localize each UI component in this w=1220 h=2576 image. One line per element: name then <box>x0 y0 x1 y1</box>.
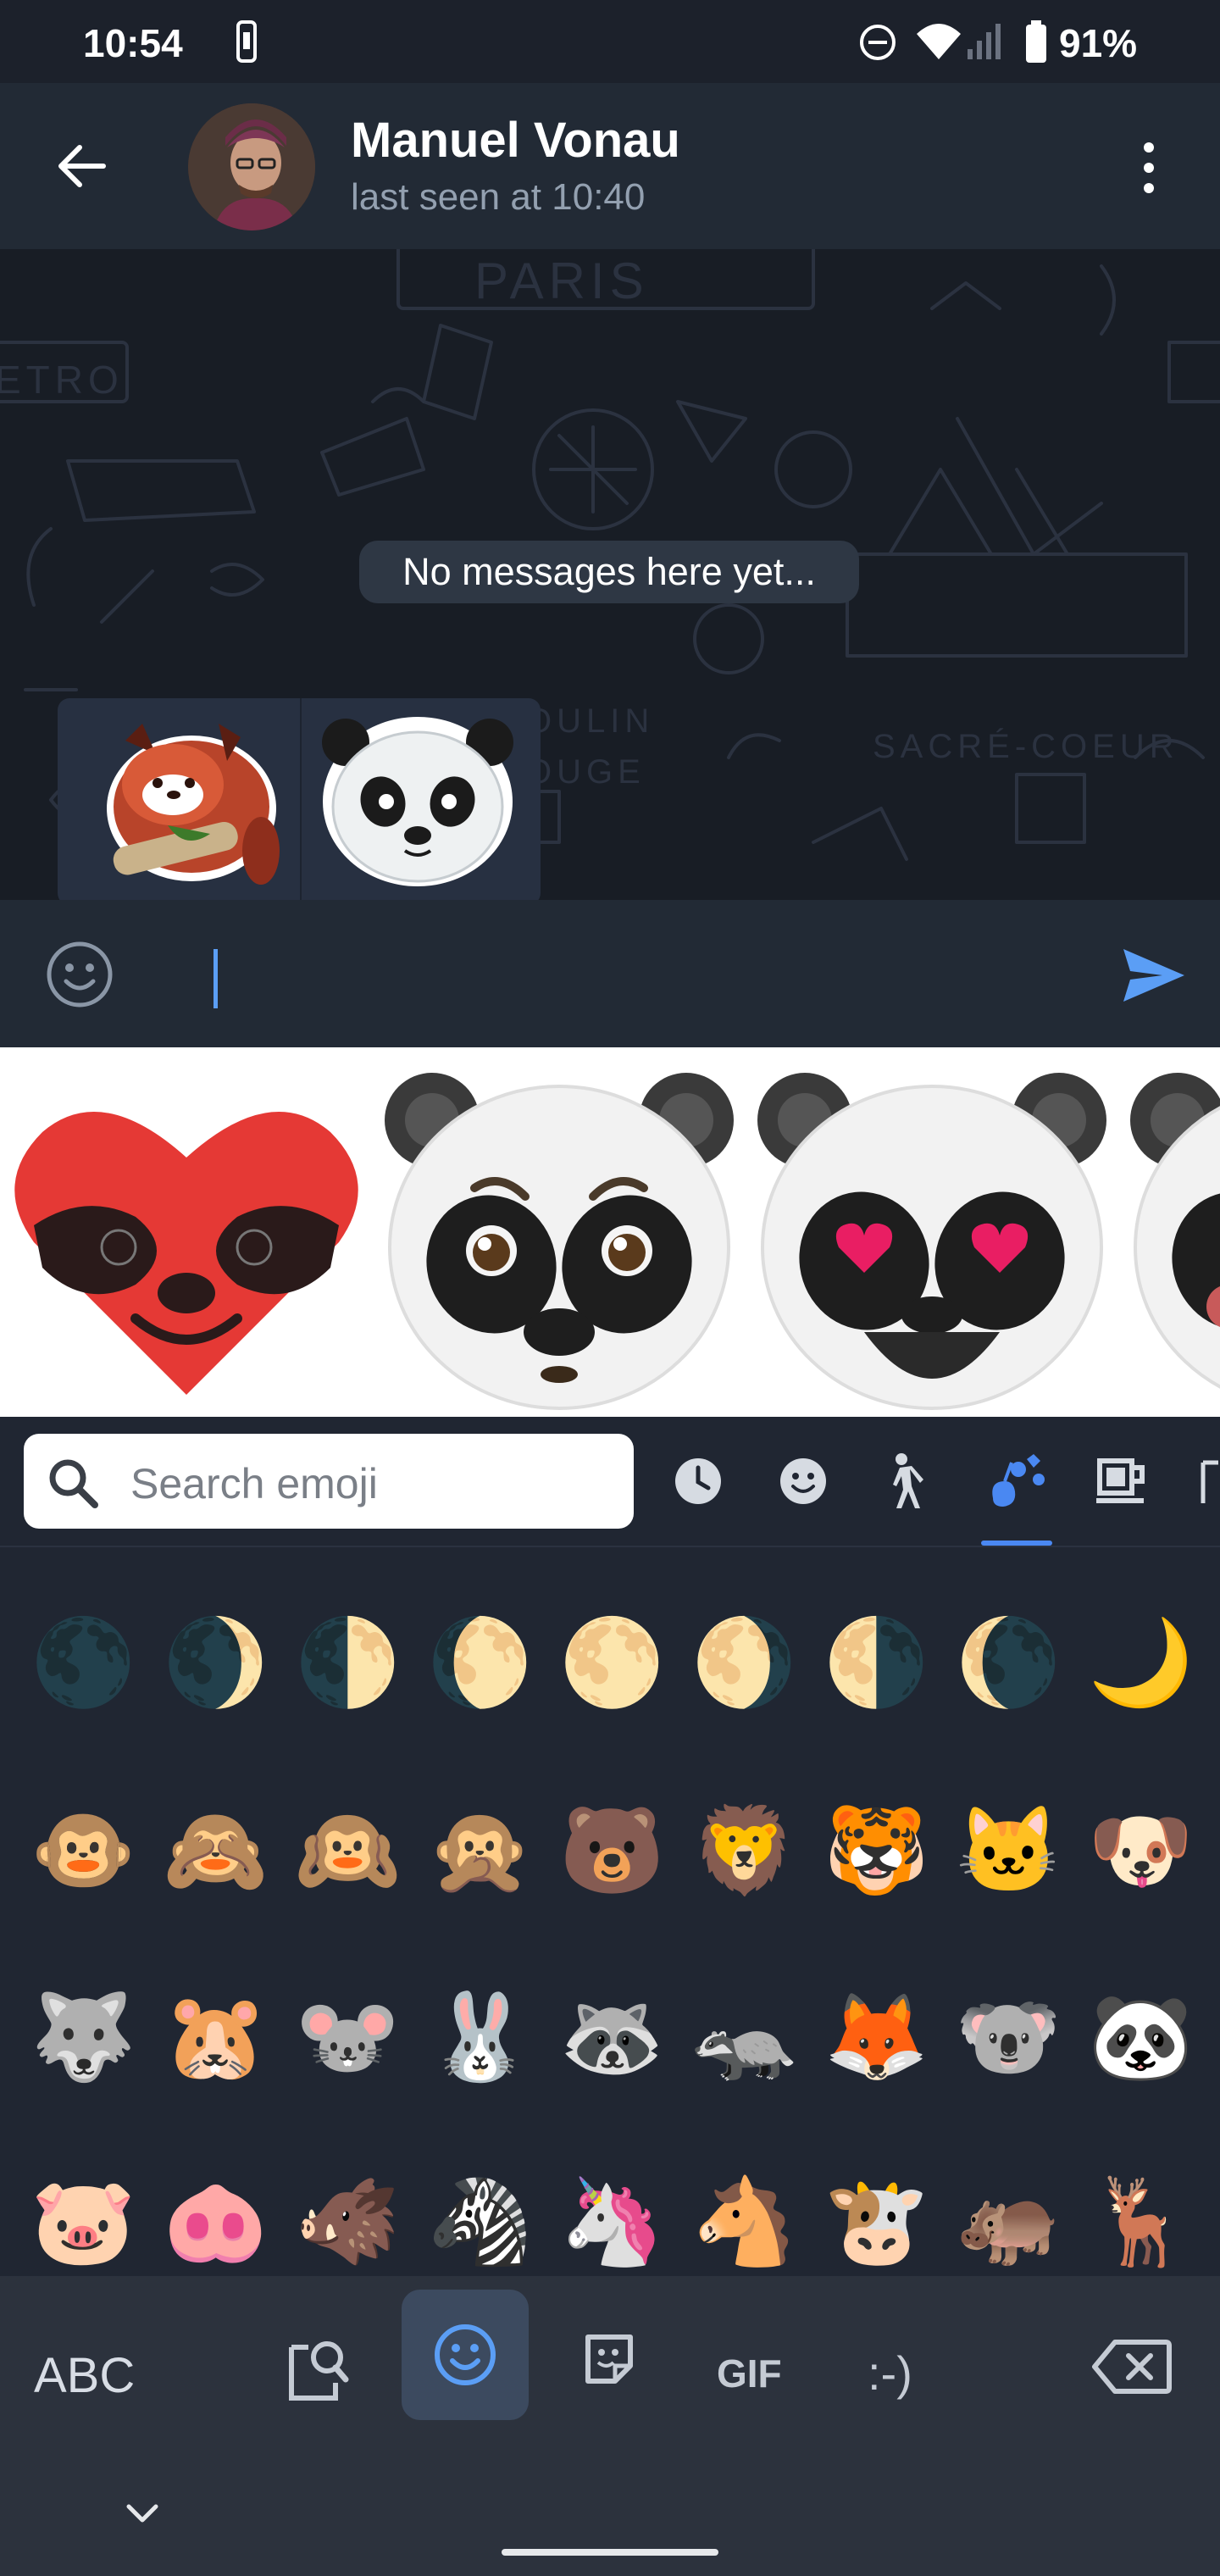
emoji-pig[interactable]: 🐷 <box>30 2171 136 2273</box>
emoji-tab-icon <box>435 2324 496 2385</box>
message-input[interactable] <box>203 934 1051 1019</box>
sticker-suggestions <box>58 698 541 900</box>
heart-eyes-panda-sticker[interactable] <box>754 1061 1110 1417</box>
emoji-rabbit[interactable]: 🐰 <box>427 1986 533 2088</box>
emoji-pig-nose[interactable]: 🐽 <box>163 2171 269 2273</box>
emoji-bear[interactable]: 🐻 <box>559 1800 665 1901</box>
svg-text:OULIN: OULIN <box>525 702 654 740</box>
keyboard-collapse-icon[interactable] <box>124 2501 161 2525</box>
emoji-dog[interactable]: 🐶 <box>1088 1800 1194 1901</box>
emoji-hamster[interactable]: 🐹 <box>163 1986 269 2088</box>
emoji-boar[interactable]: 🐗 <box>295 2171 401 2273</box>
emoji-horse[interactable]: 🐴 <box>691 2171 797 2273</box>
battery-percentage: 91% <box>1059 21 1138 65</box>
emoji-zebra[interactable]: 🦓 <box>427 2171 533 2273</box>
search-icon <box>49 1459 98 1508</box>
emoji-panda[interactable]: 🐼 <box>1088 1986 1194 2088</box>
svg-text:PARIS: PARIS <box>474 253 649 309</box>
food-drink-icon[interactable] <box>1095 1454 1149 1507</box>
smileys-icon[interactable] <box>778 1456 829 1507</box>
emoji-waxing-crescent-moon[interactable]: 🌒 <box>163 1612 269 1713</box>
emoji-crescent-moon[interactable]: 🌙 <box>1088 1612 1194 1713</box>
wifi-icon <box>917 24 961 59</box>
emoji-search-field[interactable]: Search emoji <box>24 1434 634 1529</box>
emoji-unicorn[interactable]: 🦄 <box>559 2171 665 2273</box>
sticker-divider <box>300 698 302 900</box>
signal-icon <box>968 24 1001 59</box>
chat-area: PARIS ETRO OULIN OUGE SACRÉ-COEUR No mes… <box>0 249 1220 900</box>
emoji-toggle-icon[interactable] <box>44 939 115 1010</box>
objects-icon[interactable] <box>1198 1459 1220 1507</box>
panda-sticker[interactable] <box>312 707 524 897</box>
emoji-tab-button[interactable] <box>402 2290 529 2420</box>
emoji-wolf[interactable]: 🐺 <box>30 1986 136 2088</box>
vibrate-icon <box>236 20 257 63</box>
emoji-waning-gibbous-moon[interactable]: 🌖 <box>691 1612 797 1713</box>
emoji-cat[interactable]: 🐱 <box>956 1800 1062 1901</box>
back-arrow-icon[interactable] <box>54 139 108 193</box>
pleading-panda-sticker[interactable] <box>381 1061 737 1417</box>
svg-text:OUGE: OUGE <box>525 753 646 791</box>
svg-text:SACRÉ-COEUR: SACRÉ-COEUR <box>873 727 1179 765</box>
more-options-icon[interactable] <box>1132 141 1166 195</box>
heart-raccoon-sticker[interactable] <box>8 1081 364 1403</box>
contact-name[interactable]: Manuel Vonau <box>351 112 680 169</box>
empty-chat-label: No messages here yet... <box>359 541 859 603</box>
gesture-navigation-bar[interactable] <box>502 2549 718 2556</box>
dnd-icon <box>860 25 896 60</box>
recent-icon[interactable] <box>673 1456 724 1507</box>
emoji-full-moon[interactable]: 🌕 <box>559 1612 665 1713</box>
red-panda-sticker[interactable] <box>92 707 286 897</box>
emoji-hear-no-evil[interactable]: 🙉 <box>295 1800 401 1901</box>
emoji-speak-no-evil[interactable]: 🙊 <box>427 1800 533 1901</box>
emoji-waning-crescent-moon[interactable]: 🌘 <box>956 1612 1062 1713</box>
emoji-mouse[interactable]: 🐭 <box>295 1986 401 2088</box>
clipboard-search-icon[interactable] <box>285 2332 352 2403</box>
emoticon-tab-button[interactable]: :-) <box>868 2346 912 2401</box>
emoji-last-quarter-moon[interactable]: 🌗 <box>824 1612 929 1713</box>
last-seen-status: last seen at 10:40 <box>351 176 646 218</box>
emoji-see-no-evil[interactable]: 🙈 <box>163 1800 269 1901</box>
svg-text:ETRO: ETRO <box>0 358 124 402</box>
emoji-raccoon[interactable]: 🦝 <box>559 1986 665 2088</box>
status-time: 10:54 <box>83 21 183 65</box>
sticker-tab-icon[interactable] <box>581 2332 637 2388</box>
abc-button[interactable]: ABC <box>34 2347 135 2404</box>
status-bar: 10:54 91% <box>0 0 1220 83</box>
emoji-monkey-face[interactable]: 🐵 <box>30 1800 136 1901</box>
emoji-tiger[interactable]: 🐯 <box>824 1800 929 1901</box>
partial-panda-sticker[interactable] <box>1127 1061 1220 1417</box>
people-icon[interactable] <box>881 1452 932 1510</box>
chat-header: Manuel Vonau last seen at 10:40 <box>0 83 1220 249</box>
category-divider <box>0 1546 1220 1547</box>
emoji-new-moon[interactable]: 🌑 <box>30 1612 136 1713</box>
emoji-hippopotamus[interactable]: 🦛 <box>956 2171 1062 2273</box>
emoji-cow[interactable]: 🐮 <box>824 2171 929 2273</box>
message-input-bar <box>0 900 1220 1047</box>
send-icon[interactable] <box>1122 947 1186 1003</box>
emoji-deer[interactable]: 🦌 <box>1088 2171 1194 2273</box>
contact-avatar[interactable] <box>188 103 315 230</box>
emoji-lion[interactable]: 🦁 <box>691 1800 797 1901</box>
emoji-badger[interactable]: 🦡 <box>691 1986 797 2088</box>
emoji-first-quarter-moon[interactable]: 🌓 <box>295 1612 401 1713</box>
battery-icon <box>1026 20 1046 63</box>
text-cursor <box>214 949 218 1008</box>
backspace-icon[interactable] <box>1091 2337 1173 2396</box>
gif-tab-button[interactable]: GIF <box>717 2351 782 2396</box>
emoji-koala[interactable]: 🐨 <box>956 1986 1062 2088</box>
emoji-waxing-gibbous-moon[interactable]: 🌔 <box>427 1612 533 1713</box>
emoji-fox[interactable]: 🦊 <box>824 1986 929 2088</box>
emoji-kitchen-suggestions <box>0 1047 1220 1417</box>
search-placeholder: Search emoji <box>130 1460 378 1507</box>
animals-nature-icon[interactable] <box>986 1451 1049 1510</box>
keyboard-bottom-bar: ABC GIF :-) <box>0 2276 1220 2576</box>
